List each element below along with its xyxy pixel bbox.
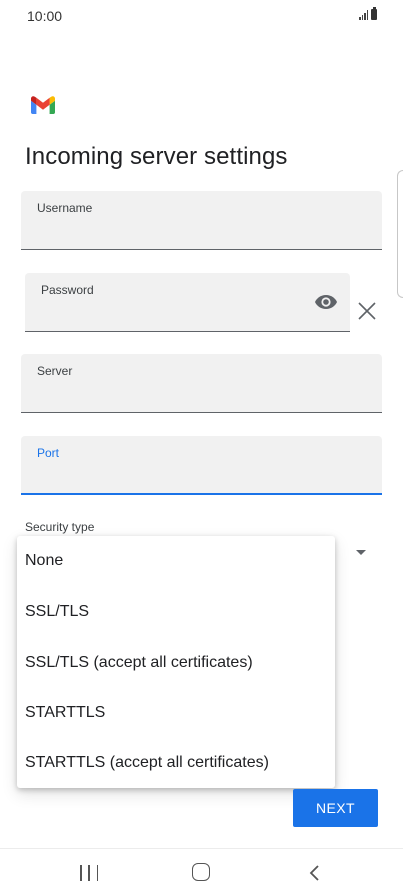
security-type-dropdown-menu: None SSL/TLS SSL/TLS (accept all certifi… xyxy=(17,536,335,788)
password-label: Password xyxy=(41,283,94,297)
scroll-indicator[interactable] xyxy=(397,170,403,298)
server-label: Server xyxy=(37,364,73,378)
menu-item-none[interactable]: None xyxy=(17,536,335,586)
username-field[interactable]: Username xyxy=(21,191,382,250)
battery-icon xyxy=(371,7,377,20)
back-icon[interactable] xyxy=(306,863,324,883)
status-time: 10:00 xyxy=(27,8,63,24)
status-icons xyxy=(359,7,377,20)
next-button[interactable]: NEXT xyxy=(293,789,378,827)
security-type-label: Security type xyxy=(25,520,95,534)
recents-icon[interactable] xyxy=(80,865,98,881)
port-field[interactable]: Port xyxy=(21,436,382,495)
menu-item-ssl-tls-accept-all[interactable]: SSL/TLS (accept all certificates) xyxy=(17,638,335,688)
dropdown-arrow-icon[interactable] xyxy=(356,550,366,555)
port-label: Port xyxy=(37,446,60,460)
password-field[interactable]: Password xyxy=(25,273,350,332)
menu-item-ssl-tls[interactable]: SSL/TLS xyxy=(17,587,335,637)
username-label: Username xyxy=(37,201,93,215)
navigation-bar xyxy=(0,848,403,896)
menu-item-starttls-accept-all[interactable]: STARTTLS (accept all certificates) xyxy=(17,738,335,788)
home-icon[interactable] xyxy=(192,863,210,881)
server-field[interactable]: Server xyxy=(21,354,382,413)
status-bar: 10:00 xyxy=(0,0,403,32)
close-icon[interactable] xyxy=(356,300,378,322)
eye-icon[interactable] xyxy=(314,293,338,311)
signal-icon xyxy=(359,10,368,20)
menu-item-starttls[interactable]: STARTTLS xyxy=(17,688,335,738)
page-title: Incoming server settings xyxy=(25,143,288,170)
gmail-logo xyxy=(31,96,55,114)
